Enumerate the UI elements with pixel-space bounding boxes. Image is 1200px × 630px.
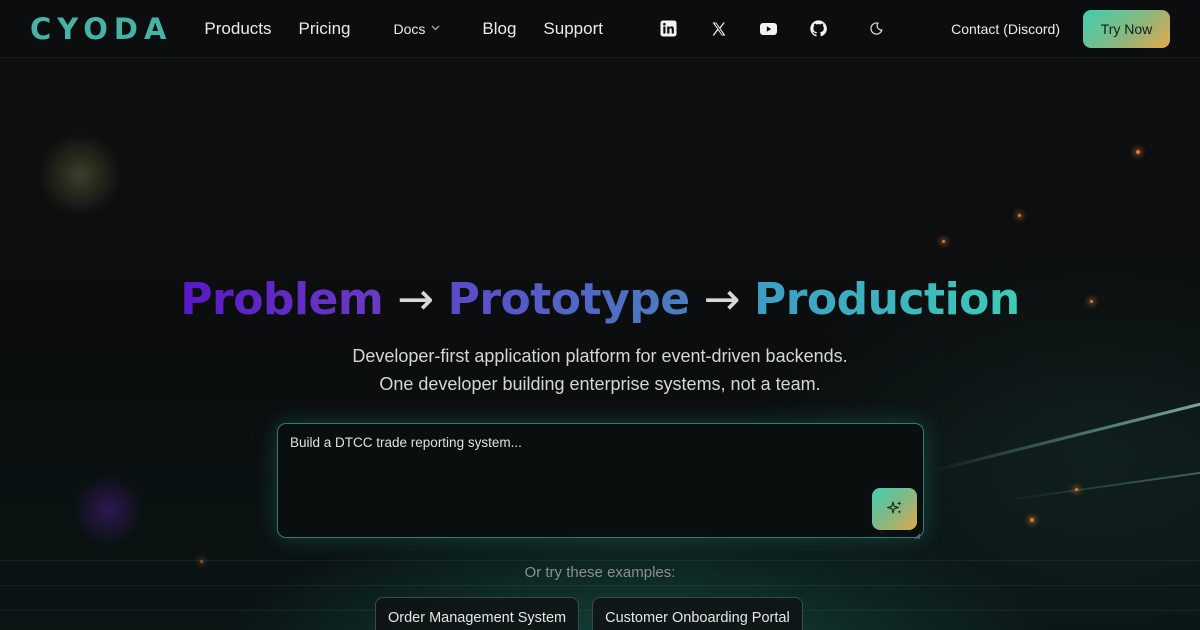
sparkle-icon: [886, 500, 903, 519]
example-chip-customer-onboarding[interactable]: Customer Onboarding Portal: [592, 597, 803, 630]
spark: [1136, 150, 1140, 154]
spark: [1018, 214, 1021, 217]
spark: [200, 560, 203, 563]
youtube-icon[interactable]: [744, 14, 794, 44]
hero-title-prototype: Prototype: [447, 274, 691, 325]
generate-button[interactable]: [872, 488, 917, 530]
moon-icon[interactable]: [852, 14, 902, 44]
hero-subtitle-line2: One developer building enterprise system…: [379, 374, 821, 394]
resize-grip-icon[interactable]: [913, 527, 921, 540]
hero-title: Problem → Prototype → Production: [0, 274, 1200, 325]
light-streak: [929, 397, 1200, 473]
nav-link-support[interactable]: Support: [543, 19, 603, 39]
try-now-button[interactable]: Try Now: [1083, 9, 1170, 48]
example-chip-order-management[interactable]: Order Management System: [375, 597, 580, 630]
examples-label: Or try these examples:: [524, 564, 676, 581]
prompt-box: [277, 423, 924, 540]
nav-link-products[interactable]: Products: [204, 19, 271, 39]
background-gridline: [0, 585, 1200, 586]
linkedin-icon[interactable]: [644, 14, 694, 44]
cyoda-logo[interactable]: CYODA: [30, 12, 172, 46]
nav-link-pricing[interactable]: Pricing: [299, 19, 351, 39]
prompt-input[interactable]: [278, 424, 923, 537]
hero-title-arrow: →: [397, 274, 434, 325]
contact-discord-link[interactable]: Contact (Discord): [951, 21, 1060, 37]
chevron-down-icon: [431, 23, 440, 34]
nav-docs-dropdown[interactable]: Docs: [393, 21, 440, 37]
example-chips: Order Management System Customer Onboard…: [375, 597, 803, 630]
spark: [1030, 518, 1034, 522]
hero-title-production: Production: [753, 274, 1020, 325]
hero-subtitle-line1: Developer-first application platform for…: [352, 346, 848, 366]
nav-link-blog[interactable]: Blog: [482, 19, 516, 39]
spark: [1075, 488, 1078, 491]
top-navbar: CYODA Products Pricing Docs Blog Support…: [0, 0, 1200, 58]
nav-docs-label: Docs: [393, 20, 426, 37]
hero-title-arrow: →: [703, 274, 741, 325]
spark: [942, 240, 945, 243]
hero-title-problem: Problem: [180, 274, 384, 325]
x-icon[interactable]: [694, 14, 744, 44]
light-streak: [999, 469, 1200, 502]
social-links: [644, 14, 922, 44]
github-icon[interactable]: [794, 14, 844, 44]
background-gridline: [0, 560, 1200, 561]
